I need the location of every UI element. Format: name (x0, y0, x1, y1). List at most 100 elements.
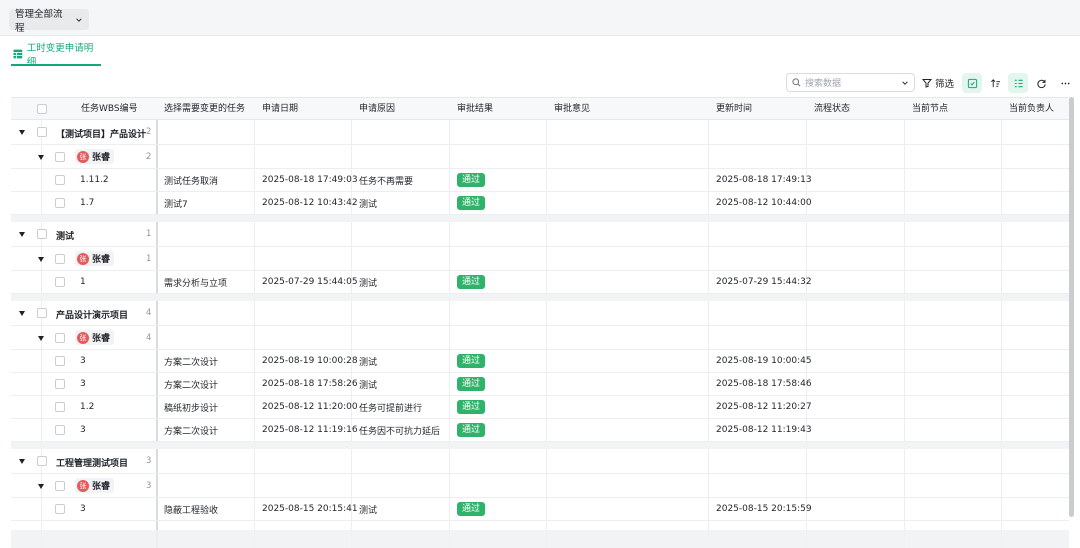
horizontal-scroll-area[interactable] (11, 530, 1069, 548)
task-cell[interactable]: 方案二次设计 (159, 373, 218, 395)
reason-cell[interactable]: 测试 (354, 192, 377, 214)
date-cell[interactable]: 2025-08-18 17:58:26 (257, 373, 358, 395)
group-checkbox[interactable] (37, 456, 47, 466)
task-cell[interactable]: 测试7 (159, 192, 188, 214)
user-chip[interactable]: 张张睿 (75, 149, 115, 164)
table-row[interactable]: 3 方案二次设计 2025-08-12 11:19:16 任务因不可抗力延后 通过 202… (11, 419, 1069, 442)
tab-change-details[interactable]: 工时变更申请明细 (11, 43, 101, 68)
column-header-status[interactable]: 流程状态 (809, 98, 904, 120)
wbs-cell[interactable]: 1 (75, 271, 86, 293)
result-cell[interactable]: 通过 (452, 271, 486, 293)
user-group-row[interactable]: 张张睿 2 (11, 145, 1069, 169)
sort-button[interactable] (985, 73, 1005, 93)
group-row[interactable]: 产品设计演示项目 4 (11, 301, 1069, 326)
task-cell[interactable]: 隐蔽工程验收 (159, 498, 218, 520)
search-input[interactable]: 搜索数据 (786, 73, 915, 92)
table-row[interactable]: 3 隐蔽工程验收 2025-08-15 20:15:41 测试 通过 2025-08-15… (11, 498, 1069, 521)
table-row[interactable]: 3 方案二次设计 2025-08-18 17:58:26 测试 通过 2025-08-18… (11, 373, 1069, 396)
column-header-result[interactable]: 审批结果 (452, 98, 546, 120)
expand-caret-icon[interactable] (19, 232, 25, 237)
reason-cell[interactable]: 任务可提前进行 (354, 396, 422, 418)
updated-cell[interactable]: 2025-08-15 20:15:59 (711, 498, 812, 520)
table-row[interactable]: 1.11.2 测试任务取消 2025-08-18 17:49:03 任务不再需要 通过 2… (11, 169, 1069, 192)
wbs-cell[interactable]: 3 (75, 498, 86, 520)
scope-dropdown[interactable]: 管理全部流程 (9, 9, 89, 34)
updated-cell[interactable]: 2025-08-18 17:49:13 (711, 169, 812, 191)
group-button[interactable] (1008, 73, 1028, 93)
user-group-checkbox[interactable] (55, 152, 65, 162)
task-cell[interactable]: 需求分析与立项 (159, 271, 227, 293)
wbs-cell[interactable]: 1.2 (75, 396, 94, 418)
expand-caret-icon[interactable] (19, 311, 25, 316)
more-button[interactable] (1055, 73, 1075, 93)
task-cell[interactable]: 方案二次设计 (159, 350, 218, 372)
table-row[interactable]: 1.7 测试7 2025-08-12 10:43:42 测试 通过 2025-08-12 … (11, 192, 1069, 215)
result-cell[interactable]: 通过 (452, 373, 486, 395)
expand-caret-icon[interactable] (19, 130, 25, 135)
group-row[interactable]: 工程管理测试项目 3 (11, 449, 1069, 474)
vertical-scrollbar[interactable] (1069, 97, 1074, 517)
user-group-checkbox[interactable] (55, 254, 65, 264)
row-checkbox[interactable] (55, 379, 65, 389)
user-group-checkbox[interactable] (55, 333, 65, 343)
column-header-task[interactable]: 选择需要变更的任务 (159, 98, 254, 120)
group-row[interactable]: 【测试项目】产品设计 2 (11, 120, 1069, 145)
date-cell[interactable]: 2025-08-19 10:00:28 (257, 350, 358, 372)
reason-cell[interactable]: 测试 (354, 498, 377, 520)
wbs-cell[interactable]: 3 (75, 350, 86, 372)
expand-caret-icon[interactable] (38, 155, 44, 160)
user-chip[interactable]: 张张睿 (75, 330, 115, 345)
row-checkbox[interactable] (55, 402, 65, 412)
date-cell[interactable]: 2025-08-12 10:43:42 (257, 192, 358, 214)
result-cell[interactable]: 通过 (452, 396, 486, 418)
table-row[interactable]: 1 需求分析与立项 2025-07-29 15:44:05 测试 通过 2025-07-2… (11, 271, 1069, 294)
date-cell[interactable]: 2025-08-12 11:19:16 (257, 419, 358, 441)
reason-cell[interactable]: 测试 (354, 350, 377, 372)
expand-caret-icon[interactable] (19, 459, 25, 464)
wbs-cell[interactable]: 3 (75, 419, 86, 441)
expand-caret-icon[interactable] (38, 484, 44, 489)
row-checkbox[interactable] (55, 175, 65, 185)
updated-cell[interactable]: 2025-08-19 10:00:45 (711, 350, 812, 372)
select-all-checkbox[interactable] (37, 104, 47, 114)
date-cell[interactable]: 2025-08-12 11:20:00 (257, 396, 358, 418)
expand-caret-icon[interactable] (38, 336, 44, 341)
row-checkbox[interactable] (55, 198, 65, 208)
user-chip[interactable]: 张张睿 (75, 478, 115, 493)
column-header-wbs[interactable]: 任务WBS编号 (76, 98, 158, 120)
result-cell[interactable]: 通过 (452, 169, 486, 191)
date-cell[interactable]: 2025-08-15 20:15:41 (257, 498, 358, 520)
row-checkbox[interactable] (55, 356, 65, 366)
user-chip[interactable]: 张张睿 (75, 251, 115, 266)
row-checkbox[interactable] (55, 504, 65, 514)
result-cell[interactable]: 通过 (452, 192, 486, 214)
row-checkbox[interactable] (55, 277, 65, 287)
updated-cell[interactable]: 2025-07-29 15:44:32 (711, 271, 812, 293)
card-view-button[interactable] (962, 73, 982, 93)
wbs-cell[interactable]: 1.11.2 (75, 169, 109, 191)
expand-caret-icon[interactable] (38, 257, 44, 262)
reason-cell[interactable]: 测试 (354, 373, 377, 395)
row-checkbox[interactable] (55, 425, 65, 435)
table-row[interactable]: 3 方案二次设计 2025-08-19 10:00:28 测试 通过 2025-08-19… (11, 350, 1069, 373)
updated-cell[interactable]: 2025-08-12 10:44:00 (711, 192, 812, 214)
column-header-updated[interactable]: 更新时间 (711, 98, 806, 120)
group-checkbox[interactable] (37, 308, 47, 318)
user-group-row[interactable]: 张张睿 4 (11, 326, 1069, 350)
wbs-cell[interactable]: 3 (75, 373, 86, 395)
user-group-row[interactable]: 张张睿 3 (11, 474, 1069, 498)
updated-cell[interactable]: 2025-08-18 17:58:46 (711, 373, 812, 395)
task-cell[interactable]: 稿纸初步设计 (159, 396, 218, 418)
column-header-owner[interactable]: 当前负责人 (1004, 98, 1069, 120)
reason-cell[interactable]: 测试 (354, 271, 377, 293)
user-group-checkbox[interactable] (55, 481, 65, 491)
column-header-date[interactable]: 申请日期 (257, 98, 351, 120)
reason-cell[interactable]: 任务不再需要 (354, 169, 413, 191)
updated-cell[interactable]: 2025-08-12 11:20:27 (711, 396, 812, 418)
group-checkbox[interactable] (37, 127, 47, 137)
result-cell[interactable]: 通过 (452, 498, 486, 520)
wbs-cell[interactable]: 1.7 (75, 192, 94, 214)
reason-cell[interactable]: 任务因不可抗力延后 (354, 419, 440, 441)
column-header-opinion[interactable]: 审批意见 (549, 98, 708, 120)
result-cell[interactable]: 通过 (452, 419, 486, 441)
